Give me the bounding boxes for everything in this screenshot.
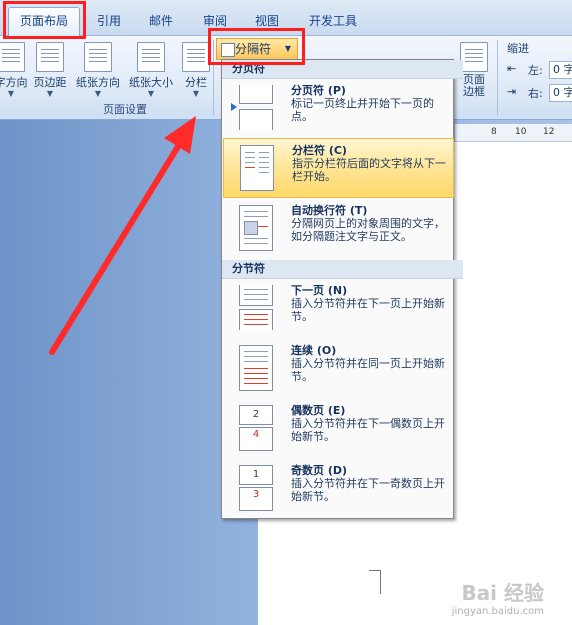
size-label: 纸张大小: [129, 76, 173, 89]
highlight-breaks-button: [208, 28, 305, 65]
text-direction-label: 字方向: [0, 76, 28, 89]
size-button[interactable]: 纸张大小 ▼: [125, 40, 177, 98]
menu-item-desc: 插入分节符并在下一页上开始新节。: [291, 297, 445, 323]
columns-icon: [182, 42, 210, 72]
next-page-icon: [235, 285, 273, 330]
ruler-tick: 10: [515, 127, 527, 137]
menu-item-title: 偶数页 (E): [291, 404, 346, 417]
menu-item-page-break[interactable]: 分页符 (P) 标记一页终止并开始下一页的点。: [223, 79, 452, 137]
column-break-icon: [236, 145, 274, 191]
watermark: Bai 经验 jingyan.baidu.com: [452, 577, 544, 617]
chevron-down-icon: ▼: [94, 89, 102, 98]
menu-item-even-page[interactable]: 2 4 偶数页 (E) 插入分节符并在下一偶数页上开始新节。: [223, 399, 452, 457]
text-direction-button[interactable]: 字方向 ▼: [0, 40, 28, 98]
section-breaks-header: 分节符: [222, 260, 463, 279]
orientation-button[interactable]: 纸张方向 ▼: [72, 40, 124, 98]
chevron-down-icon: ▼: [7, 89, 15, 98]
indent-left-icon: ⇤: [507, 62, 517, 75]
margins-button[interactable]: 页边距 ▼: [30, 40, 70, 98]
watermark-url: jingyan.baidu.com: [451, 606, 544, 617]
menu-item-text-wrapping-break[interactable]: 自动换行符 (T) 分隔网页上的对象周围的文字，如分隔题注文字与正文。: [223, 199, 452, 257]
chevron-down-icon: ▼: [147, 89, 155, 98]
highlight-page-layout-tab: [3, 1, 86, 39]
indent-left-label: 左:: [528, 64, 543, 77]
menu-item-title: 自动换行符 (T): [291, 204, 368, 217]
text-wrapping-break-icon: [235, 205, 273, 251]
menu-item-desc: 插入分节符并在下一奇数页上开始新节。: [291, 477, 445, 503]
columns-label: 分栏: [185, 76, 207, 89]
group-separator: [497, 40, 498, 116]
text-direction-icon: [0, 42, 25, 72]
menu-item-desc: 插入分节符并在下一偶数页上开始新节。: [291, 417, 445, 443]
watermark-brand: Bai 经验: [461, 581, 544, 605]
ruler-tick: 8: [491, 127, 497, 137]
even-page-icon: 2 4: [235, 405, 273, 451]
indent-group-label: 缩进: [507, 42, 529, 55]
indent-right-label: 右:: [528, 87, 543, 100]
indent-right-input[interactable]: 0 字: [549, 84, 572, 102]
tab-developer[interactable]: 开发工具: [300, 8, 366, 34]
tab-mailings[interactable]: 邮件: [138, 8, 184, 34]
odd-page-icon: 1 3: [235, 465, 273, 511]
menu-item-desc: 标记一页终止并开始下一页的点。: [291, 97, 434, 123]
menu-item-title: 分页符 (P): [291, 84, 346, 97]
page-borders-icon: [460, 42, 488, 72]
breaks-menu: 分页符 分页符 (P) 标记一页终止并开始下一页的点。 分栏符 (C) 指示分栏…: [221, 59, 463, 519]
margins-label: 页边距: [33, 76, 67, 89]
indent-left-input[interactable]: 0 字: [549, 61, 572, 79]
menu-item-odd-page[interactable]: 1 3 奇数页 (D) 插入分节符并在下一奇数页上开始新节。: [223, 459, 452, 517]
horizontal-ruler: 8 10 12: [455, 124, 572, 142]
menu-item-title: 连续 (O): [291, 344, 337, 357]
menu-item-next-page[interactable]: 下一页 (N) 插入分节符并在下一页上开始新节。: [223, 279, 452, 337]
ruler-tick: 12: [543, 127, 555, 137]
continuous-icon: [235, 345, 273, 391]
menu-item-desc: 分隔网页上的对象周围的文字，如分隔题注文字与正文。: [291, 217, 445, 243]
page-setup-group-label: 页面设置: [103, 103, 147, 116]
chevron-down-icon: ▼: [46, 89, 54, 98]
menu-item-title: 奇数页 (D): [291, 464, 348, 477]
indent-right-icon: ⇥: [507, 85, 517, 98]
menu-item-desc: 插入分节符并在同一页上开始新节。: [291, 357, 445, 383]
menu-item-continuous[interactable]: 连续 (O) 插入分节符并在同一页上开始新节。: [223, 339, 452, 397]
page-break-icon: [231, 85, 273, 130]
menu-item-title: 分栏符 (C): [292, 144, 347, 157]
orientation-icon: [84, 42, 112, 72]
page-size-icon: [137, 42, 165, 72]
orientation-label: 纸张方向: [76, 76, 120, 89]
tab-references[interactable]: 引用: [86, 8, 132, 34]
menu-item-title: 下一页 (N): [291, 284, 348, 297]
menu-item-desc: 指示分栏符后面的文字将从下一栏开始。: [292, 157, 446, 183]
menu-item-column-break[interactable]: 分栏符 (C) 指示分栏符后面的文字将从下一栏开始。: [223, 138, 454, 198]
chevron-down-icon: ▼: [192, 89, 200, 98]
margins-icon: [36, 42, 64, 72]
page-corner-mark: [369, 570, 381, 594]
